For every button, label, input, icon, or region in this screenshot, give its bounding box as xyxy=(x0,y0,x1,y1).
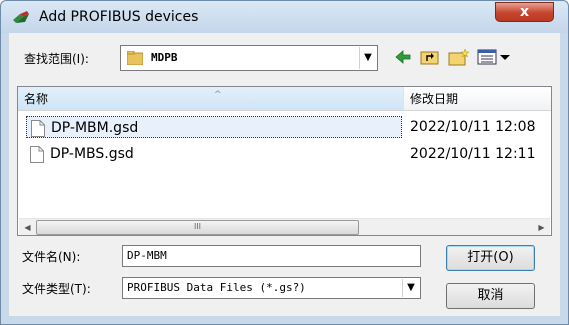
new-folder-icon[interactable] xyxy=(448,48,470,66)
cancel-button[interactable]: 取消 xyxy=(446,283,535,309)
file-name: DP-MBM.gsd xyxy=(51,120,139,136)
file-icon xyxy=(30,146,44,163)
column-name-label: 名称 xyxy=(24,92,49,106)
profibus-device-icon xyxy=(13,11,29,23)
filetype-label: 文件类型(T): xyxy=(22,282,91,296)
file-modified: 2022/10/11 12:11 xyxy=(410,146,536,162)
folder-icon xyxy=(127,51,143,65)
horizontal-scrollbar[interactable]: ◀ III ▶ xyxy=(19,218,550,235)
open-button[interactable]: 打开(O) xyxy=(446,245,535,271)
filename-input[interactable]: DP-MBM xyxy=(122,245,421,267)
sort-ascending-icon: ^ xyxy=(214,90,222,100)
lookin-dropdown[interactable]: MDPB ▼ xyxy=(120,45,378,71)
window-title: Add PROFIBUS devices xyxy=(39,9,199,25)
lookin-label: 查找范围(I): xyxy=(24,52,89,66)
up-folder-icon[interactable] xyxy=(420,48,440,66)
back-arrow-icon[interactable] xyxy=(394,48,412,66)
title-bar[interactable]: Add PROFIBUS devices x xyxy=(1,1,568,33)
file-row[interactable]: DP-MBM.gsd 2022/10/11 12:08 xyxy=(26,116,546,138)
file-modified: 2022/10/11 12:08 xyxy=(410,119,536,135)
chevron-down-icon[interactable]: ▼ xyxy=(359,47,376,69)
chevron-down-icon[interactable]: ▼ xyxy=(402,279,419,297)
view-menu-icon[interactable] xyxy=(477,48,513,66)
lookin-value: MDPB xyxy=(151,51,178,64)
file-icon xyxy=(31,120,45,137)
file-list[interactable]: 名称 ^ 修改日期 DP-MBM.gsd 2022/10/11 12:08 DP… xyxy=(17,86,552,236)
scroll-thumb[interactable]: III xyxy=(36,220,359,235)
scroll-left-icon[interactable]: ◀ xyxy=(19,219,36,236)
file-name-cell[interactable]: DP-MBS.gsd xyxy=(26,143,402,165)
scroll-grip: III xyxy=(193,222,202,231)
file-name-cell[interactable]: DP-MBM.gsd xyxy=(26,116,402,138)
column-header-name[interactable]: 名称 ^ xyxy=(18,87,404,111)
filetype-value: PROFIBUS Data Files (*.gs?) xyxy=(127,281,306,294)
column-modified-label: 修改日期 xyxy=(410,92,459,106)
file-row[interactable]: DP-MBS.gsd 2022/10/11 12:11 xyxy=(26,143,546,165)
filetype-dropdown[interactable]: PROFIBUS Data Files (*.gs?) ▼ xyxy=(122,277,421,299)
file-name: DP-MBS.gsd xyxy=(50,146,134,162)
close-button[interactable]: x xyxy=(495,2,554,22)
scroll-right-icon[interactable]: ▶ xyxy=(533,219,550,236)
column-header-modified[interactable]: 修改日期 xyxy=(404,87,551,111)
filename-label: 文件名(N): xyxy=(22,250,81,264)
